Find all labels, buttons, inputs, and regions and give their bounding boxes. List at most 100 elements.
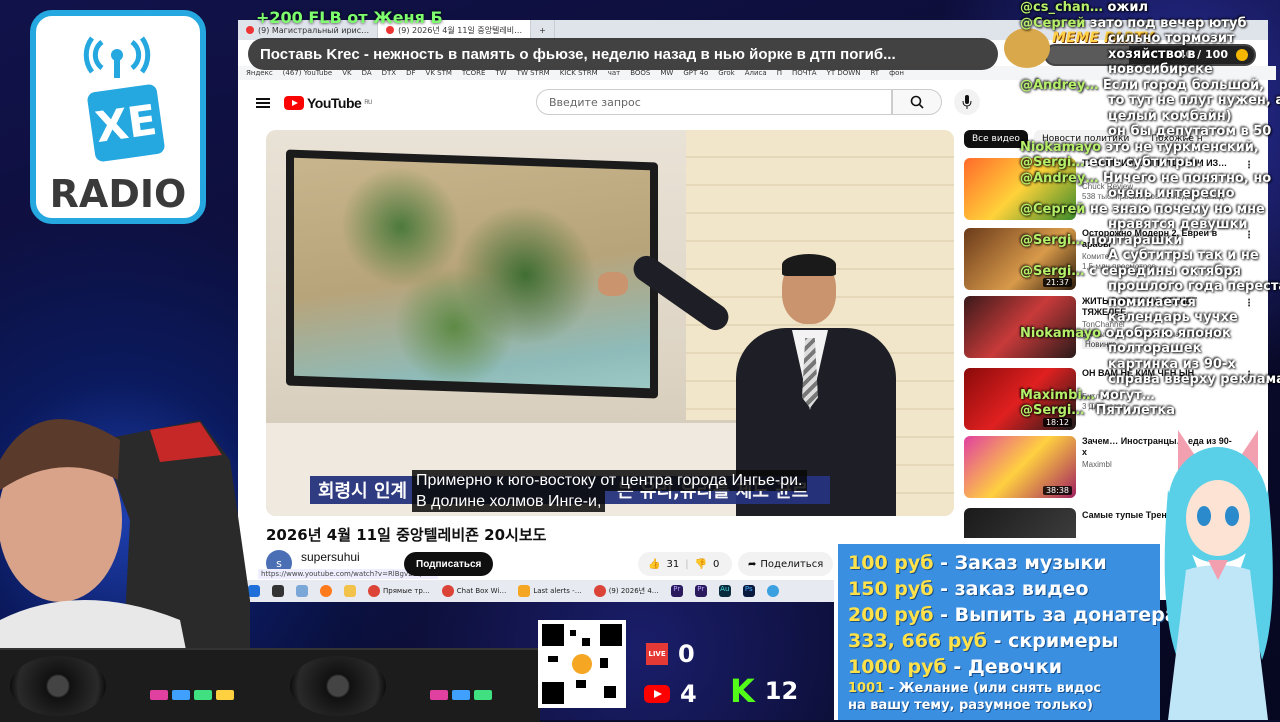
photoshop-icon[interactable]: Ps xyxy=(739,585,759,597)
dislike-button[interactable]: 👎 xyxy=(695,559,707,570)
task-view-icon[interactable] xyxy=(268,585,288,597)
chat-text: картинка из 90-х xyxy=(1108,356,1236,372)
chat-message: хозяйство в xyxy=(1108,47,1195,63)
chat-nick: @cs_chan… xyxy=(1020,0,1108,15)
donation-desc: - Заказ музыки xyxy=(933,552,1107,574)
search-input[interactable]: Введите запрос xyxy=(536,89,892,115)
bookmark[interactable]: DF xyxy=(406,69,415,77)
bookmark[interactable]: TCORE xyxy=(462,69,486,77)
voice-search-button[interactable] xyxy=(954,89,980,115)
bookmark[interactable]: чат xyxy=(608,69,621,77)
youtube-play-icon xyxy=(284,96,304,110)
korean-caption-left: 회령시 인계 xyxy=(318,481,408,502)
donation-row: 200 руб - Выпить за донатера xyxy=(848,602,1178,628)
bookmark[interactable]: YT DOWN xyxy=(827,69,861,77)
chat-text: "Пятилетка xyxy=(1088,403,1176,418)
chat-message: новосибирске xyxy=(1108,62,1213,78)
chat-text: полтарашки xyxy=(1088,232,1183,248)
taskbar-item[interactable]: Chat Box Wi… xyxy=(438,585,511,597)
globe-icon[interactable] xyxy=(763,585,783,597)
chat-text: с середины октября xyxy=(1088,263,1242,279)
firefox-icon[interactable] xyxy=(316,585,336,597)
chat-nick: Maximbi… xyxy=(1020,387,1100,403)
chat-message: поминается xyxy=(1108,295,1196,311)
premiere-icon[interactable]: Pr xyxy=(667,585,687,597)
bookmark[interactable]: фон xyxy=(889,69,904,77)
donation-desc: - заказ видео xyxy=(933,578,1089,600)
bookmark[interactable]: Алиса xyxy=(745,69,767,77)
chat-message: справа вверху реклама xyxy=(1108,372,1280,388)
performance-pad xyxy=(452,690,470,700)
performance-pad xyxy=(172,690,190,700)
app-label: Pr xyxy=(694,585,707,597)
share-button[interactable]: ➦ Поделиться xyxy=(738,552,834,576)
donation-price: 1000 руб xyxy=(848,656,947,678)
donation-row: 1000 руб - Девочки xyxy=(848,654,1160,680)
chat-text: одобряю японок xyxy=(1105,325,1231,341)
chat-text: новосибирске xyxy=(1108,62,1213,77)
chat-message: нравятся девушки xyxy=(1108,217,1248,233)
channel-name[interactable]: supersuhui xyxy=(301,550,360,564)
chat-nick: @Andrey… xyxy=(1020,170,1103,186)
taskbar-item[interactable]: (9) 2026년 4… xyxy=(590,585,663,597)
video-title: 2026년 4월 11일 중앙텔레비죤 20시보도 xyxy=(266,526,547,544)
taskbar-item[interactable]: Last alerts -… xyxy=(514,585,585,597)
like-count: 31 xyxy=(666,558,680,570)
bookmark[interactable]: KICK STRM xyxy=(560,69,598,77)
menu-icon[interactable] xyxy=(256,96,270,110)
bookmark[interactable]: П xyxy=(777,69,782,77)
audition-icon[interactable]: Au xyxy=(715,585,735,597)
performance-pad xyxy=(430,690,448,700)
folder-icon[interactable] xyxy=(340,585,360,597)
bookmark[interactable]: Яндекс xyxy=(246,69,273,77)
taskbar-item[interactable]: Прямые тр… xyxy=(364,585,434,597)
chat-message: прошлого года перестал xyxy=(1108,279,1280,295)
bookmark[interactable]: ПОЧТА xyxy=(792,69,817,77)
jog-wheel-right xyxy=(290,656,386,716)
donation-alert: +200 FLB от Женя Б xyxy=(256,8,443,27)
donation-row: 333, 666 руб - скримеры xyxy=(848,628,1160,654)
chat-nick: Niokamayo xyxy=(1020,325,1106,341)
radio-logo-text: RADIO xyxy=(49,172,187,216)
bookmark[interactable]: MW xyxy=(660,69,673,77)
youtube-logo[interactable]: YouTube RU xyxy=(284,95,372,111)
chip-all-videos[interactable]: Все видео xyxy=(964,130,1028,148)
live-viewers: LIVE 0 xyxy=(646,640,695,668)
bookmark[interactable]: TW xyxy=(495,69,506,77)
subscribe-button[interactable]: Подписаться xyxy=(404,552,494,576)
subtitle-line: В долине холмов Инге-и, xyxy=(412,491,606,512)
chat-message: полторашек xyxy=(1108,341,1201,357)
app-label: Au xyxy=(718,585,731,597)
premiere-icon[interactable]: Pr xyxy=(691,585,711,597)
dj-controller xyxy=(0,648,540,722)
donation-marquee: Поставь Krec - нежность в память о фьюзе… xyxy=(248,38,998,70)
new-tab-button[interactable]: + xyxy=(531,20,555,40)
bookmark[interactable]: VK STM xyxy=(426,69,452,77)
bookmark[interactable]: TW STRM xyxy=(517,69,550,77)
bookmark[interactable]: VK xyxy=(342,69,351,77)
chat-message: очень интересно xyxy=(1108,186,1235,202)
xe-radio-logo: XE RADIO xyxy=(30,10,206,224)
video-player[interactable]: 회령시 인계 는 유리,유리를 제도 균르 Примерно к юго-вос… xyxy=(266,130,954,516)
bookmark[interactable]: DTX xyxy=(382,69,396,77)
like-button[interactable]: 👍 xyxy=(648,559,660,570)
chat-text: зато под вечер ютуб xyxy=(1089,15,1247,31)
stream-chat: @cs_chan… ожил @Сергей зато под вечер юту… xyxy=(1020,0,1280,540)
bookmark[interactable]: RT xyxy=(870,69,879,77)
taskbar-label: Last alerts -… xyxy=(533,587,582,595)
bookmark[interactable]: GPT 4o xyxy=(683,69,708,77)
chat-text: это не туркменский, xyxy=(1105,139,1259,155)
youtube-logo-text: YouTube xyxy=(307,95,362,111)
bookmark[interactable]: DA xyxy=(362,69,372,77)
chat-text: то тут не плуг нужен, а xyxy=(1108,93,1280,108)
taskbar-label: (9) 2026년 4… xyxy=(608,587,659,595)
search-button[interactable] xyxy=(892,89,942,115)
bookmark[interactable]: Grok xyxy=(718,69,735,77)
chat-text: он бы депутатом в 50 xyxy=(1108,124,1272,139)
presenter-hair xyxy=(782,254,836,276)
chat-message: Niokamayo одобряю японок xyxy=(1020,326,1231,342)
bookmark[interactable]: (467) YouTube xyxy=(283,69,333,77)
weather-icon[interactable] xyxy=(292,585,312,597)
bookmark[interactable]: BOOS xyxy=(630,69,650,77)
chat-text: не знаю почему но мне xyxy=(1089,201,1265,217)
